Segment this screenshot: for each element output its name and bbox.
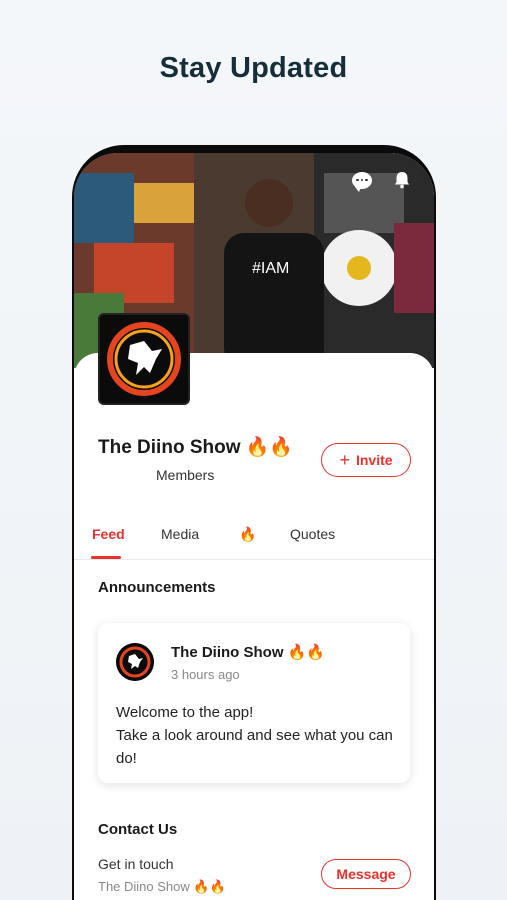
phone-frame: #IAM The Diino Show 🔥🔥 Members + Invite … bbox=[72, 145, 436, 900]
tab-feed[interactable]: Feed bbox=[92, 526, 125, 542]
profile-name: The Diino Show 🔥🔥 bbox=[98, 437, 294, 458]
contact-label: Get in touch bbox=[98, 856, 174, 872]
svg-text:#IAM: #IAM bbox=[252, 260, 289, 277]
contact-subtitle: The Diino Show 🔥🔥 bbox=[98, 879, 226, 894]
tab-media[interactable]: Media bbox=[161, 526, 199, 542]
post-avatar bbox=[116, 643, 154, 681]
post-body: Welcome to the app! Take a look around a… bbox=[116, 701, 396, 770]
flame-logo-icon bbox=[116, 643, 154, 681]
tab-quotes[interactable]: Quotes bbox=[290, 526, 335, 542]
active-tab-indicator bbox=[91, 556, 121, 559]
plus-icon: + bbox=[339, 450, 350, 470]
flame-logo-icon bbox=[100, 315, 188, 403]
contact-heading: Contact Us bbox=[98, 821, 178, 838]
invite-button-label: Invite bbox=[355, 452, 393, 468]
message-button[interactable]: Message bbox=[321, 859, 411, 889]
invite-button[interactable]: + Invite bbox=[321, 443, 411, 477]
post-timestamp: 3 hours ago bbox=[171, 667, 240, 682]
profile-avatar bbox=[98, 313, 190, 405]
members-label[interactable]: Members bbox=[156, 467, 214, 483]
page-headline: Stay Updated bbox=[159, 52, 348, 84]
tab-fire[interactable]: 🔥 bbox=[239, 526, 256, 543]
post-author[interactable]: The Diino Show 🔥🔥 bbox=[171, 643, 325, 661]
app-screen: #IAM The Diino Show 🔥🔥 Members + Invite … bbox=[74, 153, 434, 900]
chat-bubble-icon[interactable] bbox=[352, 171, 372, 192]
announcements-heading: Announcements bbox=[98, 579, 216, 596]
post-line-2: Take a look around and see what you can … bbox=[116, 727, 393, 767]
bell-icon[interactable] bbox=[392, 170, 412, 190]
post-line-1: Welcome to the app! bbox=[116, 704, 254, 721]
announcement-post[interactable]: The Diino Show 🔥🔥 3 hours ago Welcome to… bbox=[98, 623, 410, 783]
tab-bar: Feed Media 🔥 Quotes bbox=[74, 518, 434, 560]
cover-toolbar bbox=[352, 170, 412, 192]
